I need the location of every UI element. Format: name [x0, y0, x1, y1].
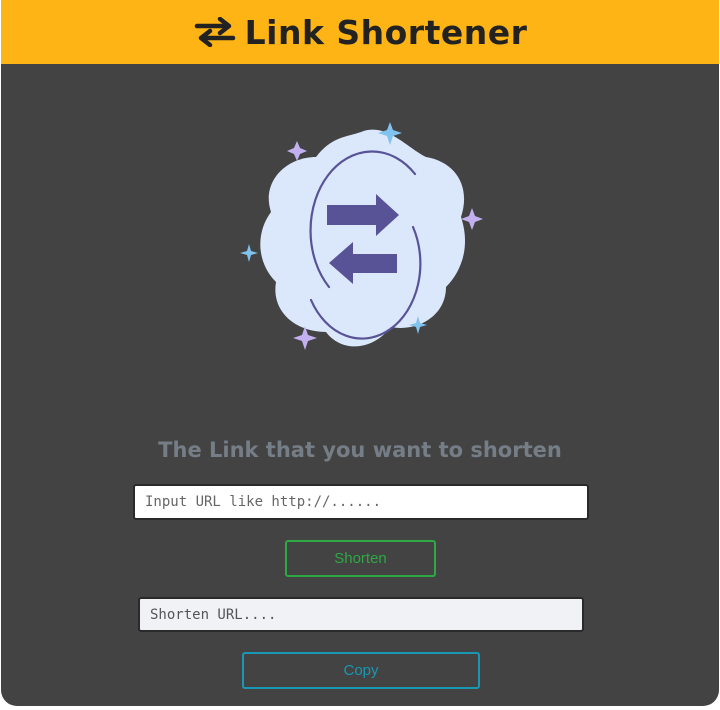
- url-input[interactable]: [133, 484, 589, 520]
- app-title: Link Shortener: [244, 12, 528, 52]
- cloud-blob: [260, 129, 466, 347]
- swap-arrows-illustration: [240, 122, 483, 350]
- form-caption: The Link that you want to shorten: [158, 438, 562, 462]
- swap-arrows-icon: [194, 17, 235, 47]
- header-bar: Link Shortener: [1, 0, 719, 64]
- copy-button[interactable]: Copy: [242, 652, 480, 689]
- shorten-button[interactable]: Shorten: [285, 540, 436, 577]
- shortened-url-output[interactable]: [138, 597, 584, 632]
- app-panel: Link Shortener The Link that you want to…: [1, 0, 719, 706]
